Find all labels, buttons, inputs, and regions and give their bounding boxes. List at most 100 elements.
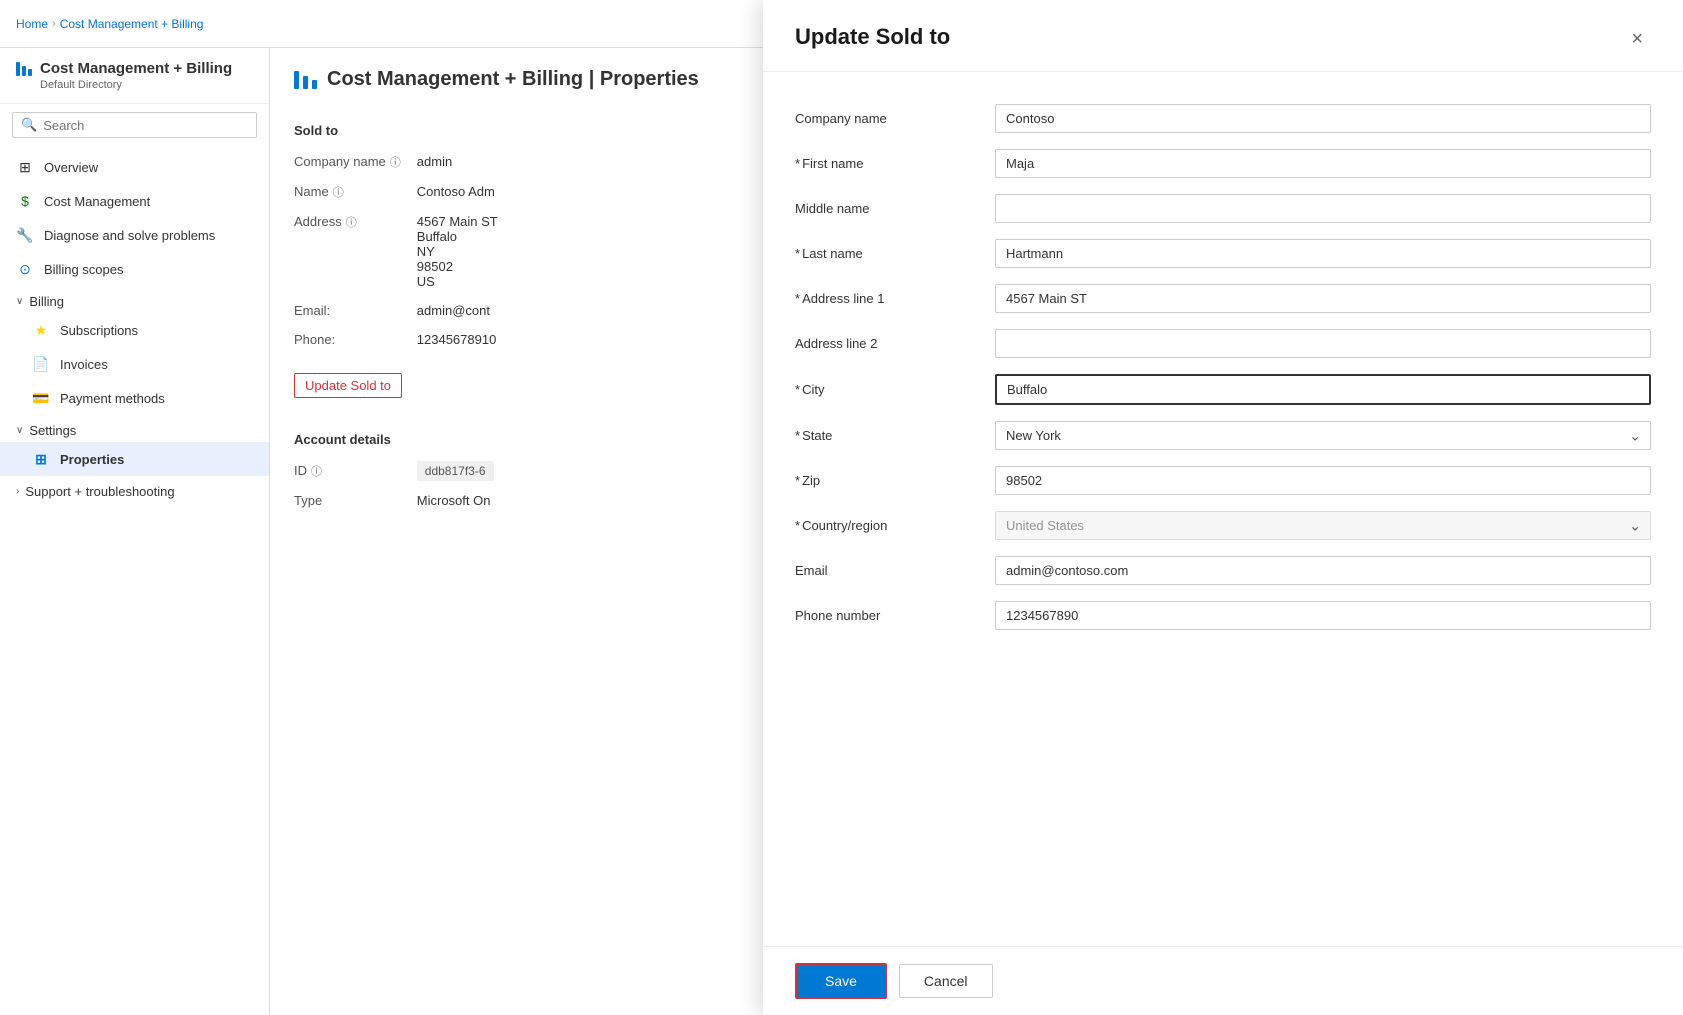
settings-section-toggle[interactable]: ∨ Settings [0,415,269,442]
address-info-icon: ⓘ [346,214,357,230]
save-button[interactable]: Save [795,963,887,999]
sidebar-item-diagnose-label: Diagnose and solve problems [44,228,215,243]
address-label: Address ⓘ [294,210,417,293]
sidebar-item-billing-scopes-label: Billing scopes [44,262,124,277]
phone-input[interactable] [995,601,1651,630]
update-sold-to-panel: Update Sold to × Company name * First na… [763,48,1683,1015]
cost-management-icon: $ [16,192,34,210]
address1-form-label: * Address line 1 [795,276,995,321]
company-name-form-control [995,96,1651,141]
sidebar-item-overview[interactable]: ⊞ Overview [0,150,269,184]
panel-body: Company name * First name Middle name [763,72,1683,946]
app-title-text: Cost Management + Billing [40,60,232,77]
phone-form-control [995,593,1651,638]
city-form-control [995,366,1651,413]
city-input[interactable] [995,374,1651,405]
email-form-control [995,548,1651,593]
country-form-label: * Country/region [795,503,995,548]
email-form-label: Email [795,548,995,593]
sidebar-item-payment-methods[interactable]: 💳 Payment methods [0,381,269,415]
state-select-wrapper: New York California Texas [995,421,1651,450]
support-section-label: Support + troubleshooting [25,484,174,499]
sidebar-item-diagnose[interactable]: 🔧 Diagnose and solve problems [0,218,269,252]
phone-label: Phone: [294,328,417,351]
state-form-control: New York California Texas [995,413,1651,458]
state-form-label: * State [795,413,995,458]
billing-scopes-icon: ⊙ [16,260,34,278]
middle-name-input[interactable] [995,194,1651,223]
address2-form-control [995,321,1651,366]
name-info-icon: ⓘ [333,184,344,200]
last-name-form-control [995,231,1651,276]
subscriptions-icon: ★ [32,321,50,339]
address1-input[interactable] [995,284,1651,313]
page-app-icon [294,71,317,89]
billing-section-toggle[interactable]: ∨ Billing [0,286,269,313]
app-icon-bar1 [16,62,20,76]
middle-name-form-label: Middle name [795,186,995,231]
company-name-info-icon: ⓘ [390,154,401,170]
update-sold-to-button[interactable]: Update Sold to [294,373,402,398]
type-label: Type [294,489,417,512]
sidebar-item-payment-methods-label: Payment methods [60,391,165,406]
panel-title: Update Sold to [795,48,950,50]
form-grid: Company name * First name Middle name [795,96,1651,638]
id-info-icon: ⓘ [311,463,322,479]
zip-form-control [995,458,1651,503]
sidebar-item-properties[interactable]: ⊞ Properties [0,442,269,476]
sidebar-subtitle: Default Directory [40,79,253,91]
company-name-label: Company name ⓘ [294,150,417,174]
panel-footer: Save Cancel [763,946,1683,1015]
sidebar-item-billing-scopes[interactable]: ⊙ Billing scopes [0,252,269,286]
sidebar-item-invoices[interactable]: 📄 Invoices [0,347,269,381]
invoices-icon: 📄 [32,355,50,373]
overview-icon: ⊞ [16,158,34,176]
app-icon-bar2 [22,66,26,76]
state-select[interactable]: New York California Texas [995,421,1651,450]
page-title: Cost Management + Billing | Properties [327,68,699,91]
sidebar-item-properties-label: Properties [60,452,124,467]
first-name-input[interactable] [995,149,1651,178]
sidebar-item-cost-management[interactable]: $ Cost Management [0,184,269,218]
breadcrumb-sep: › [52,18,56,30]
company-name-input[interactable] [995,104,1651,133]
panel-close-button[interactable]: × [1623,48,1651,55]
sidebar-item-cost-management-label: Cost Management [44,194,150,209]
last-name-form-label: * Last name [795,231,995,276]
country-form-control: United States [995,503,1651,548]
country-select: United States [995,511,1651,540]
cancel-button[interactable]: Cancel [899,964,993,998]
app-icon-bar3 [28,69,32,76]
search-box-container: 🔍 [0,104,269,146]
search-input[interactable] [43,118,248,133]
name-label: Name ⓘ [294,180,417,204]
address2-input[interactable] [995,329,1651,358]
zip-input[interactable] [995,466,1651,495]
breadcrumb-current[interactable]: Cost Management + Billing [60,17,204,31]
id-label: ID ⓘ [294,459,417,483]
first-name-form-control [995,141,1651,186]
city-form-label: * City [795,366,995,413]
settings-chevron: ∨ [16,425,23,436]
sidebar-item-subscriptions[interactable]: ★ Subscriptions [0,313,269,347]
payment-methods-icon: 💳 [32,389,50,407]
properties-icon: ⊞ [32,450,50,468]
search-icon: 🔍 [21,117,37,133]
email-label: Email: [294,299,417,322]
diagnose-icon: 🔧 [16,226,34,244]
support-section-toggle[interactable]: › Support + troubleshooting [0,476,269,503]
middle-name-form-control [995,186,1651,231]
first-name-form-label: * First name [795,141,995,186]
phone-form-label: Phone number [795,593,995,638]
zip-form-label: * Zip [795,458,995,503]
support-chevron: › [16,486,19,497]
breadcrumb-home[interactable]: Home [16,17,48,31]
last-name-input[interactable] [995,239,1651,268]
billing-chevron: ∨ [16,296,23,307]
sidebar-app-title: Cost Management + Billing [16,60,253,77]
address2-form-label: Address line 2 [795,321,995,366]
sidebar-item-overview-label: Overview [44,160,98,175]
app-icon [16,62,32,76]
email-input[interactable] [995,556,1651,585]
settings-section-label: Settings [29,423,76,438]
